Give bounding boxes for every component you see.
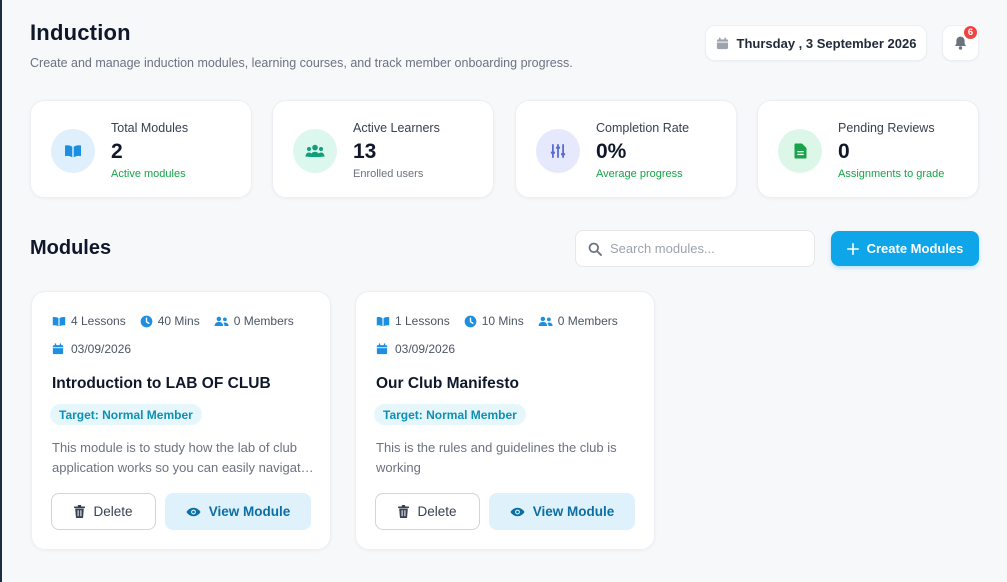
sliders-icon <box>536 129 580 173</box>
page-title: Induction <box>30 20 131 45</box>
date-text: Thursday , 3 September 2026 <box>736 35 917 51</box>
module-lessons: 1 Lessons <box>376 314 450 328</box>
module-members: 0 Members <box>214 314 294 328</box>
delete-module-button[interactable]: Delete <box>51 493 156 530</box>
view-module-button[interactable]: View Module <box>165 493 311 530</box>
module-lessons: 4 Lessons <box>52 314 126 328</box>
module-card: 4 Lessons 40 Mins 0 Members 03/09/2026 I… <box>31 291 331 550</box>
modules-section-title: Modules <box>30 237 112 259</box>
module-date: 03/09/2026 <box>52 342 131 356</box>
stat-card-completion-rate: Completion Rate 0% Average progress <box>515 100 737 198</box>
users-icon <box>214 316 229 327</box>
module-title: Introduction to LAB OF CLUB <box>52 375 271 392</box>
stat-value: 2 <box>111 140 123 163</box>
trash-icon <box>398 505 410 518</box>
plus-icon <box>846 242 859 255</box>
module-description: This is the rules and guidelines the clu… <box>376 440 617 475</box>
page-header: Induction Create and manage induction mo… <box>30 20 573 70</box>
create-modules-label: Create Modules <box>866 241 964 256</box>
target-badge: Target: Normal Member <box>374 404 526 425</box>
stat-subtext: Average progress <box>596 168 683 180</box>
stat-value: 0% <box>596 140 627 163</box>
stat-subtext: Assignments to grade <box>838 168 945 180</box>
stat-label: Completion Rate <box>596 121 690 135</box>
book-open-icon <box>376 316 390 327</box>
stat-value: 13 <box>353 140 377 163</box>
stat-card-active-learners: Active Learners 13 Enrolled users <box>272 100 494 198</box>
notifications-button[interactable]: 6 <box>942 25 979 61</box>
stat-subtext: Enrolled users <box>353 168 424 180</box>
target-badge: Target: Normal Member <box>50 404 202 425</box>
calendar-icon <box>716 36 729 50</box>
module-duration: 10 Mins <box>464 314 524 328</box>
module-description: This module is to study how the lab of c… <box>52 440 308 475</box>
create-modules-button[interactable]: Create Modules <box>831 231 979 266</box>
module-meta: 1 Lessons 10 Mins 0 Members <box>376 314 618 328</box>
module-title: Our Club Manifesto <box>376 375 519 392</box>
page-subtitle: Create and manage induction modules, lea… <box>30 56 573 70</box>
book-open-icon <box>51 129 95 173</box>
notification-count-badge: 6 <box>963 25 978 40</box>
calendar-icon <box>52 343 64 355</box>
stat-label: Pending Reviews <box>838 121 935 135</box>
stat-label: Active Learners <box>353 121 440 135</box>
eye-icon <box>510 507 525 517</box>
clock-icon <box>140 315 153 328</box>
module-meta: 4 Lessons 40 Mins 0 Members <box>52 314 294 328</box>
eye-icon <box>186 507 201 517</box>
file-icon <box>778 129 822 173</box>
stat-subtext: Active modules <box>111 168 186 180</box>
module-duration: 40 Mins <box>140 314 200 328</box>
view-module-button[interactable]: View Module <box>489 493 635 530</box>
book-open-icon <box>52 316 66 327</box>
stat-label: Total Modules <box>111 121 189 135</box>
stat-card-total-modules: Total Modules 2 Active modules <box>30 100 252 198</box>
users-icon <box>293 129 337 173</box>
users-icon <box>538 316 553 327</box>
clock-icon <box>464 315 477 328</box>
trash-icon <box>74 505 86 518</box>
stat-value: 0 <box>838 140 850 163</box>
module-card: 1 Lessons 10 Mins 0 Members 03/09/2026 O… <box>355 291 655 550</box>
search-box[interactable] <box>575 230 815 267</box>
calendar-icon <box>376 343 388 355</box>
stat-card-pending-reviews: Pending Reviews 0 Assignments to grade <box>757 100 979 198</box>
search-input[interactable] <box>610 241 800 256</box>
module-date: 03/09/2026 <box>376 342 455 356</box>
module-members: 0 Members <box>538 314 618 328</box>
search-icon <box>588 242 602 256</box>
delete-module-button[interactable]: Delete <box>375 493 480 530</box>
date-display: Thursday , 3 September 2026 <box>705 25 927 61</box>
